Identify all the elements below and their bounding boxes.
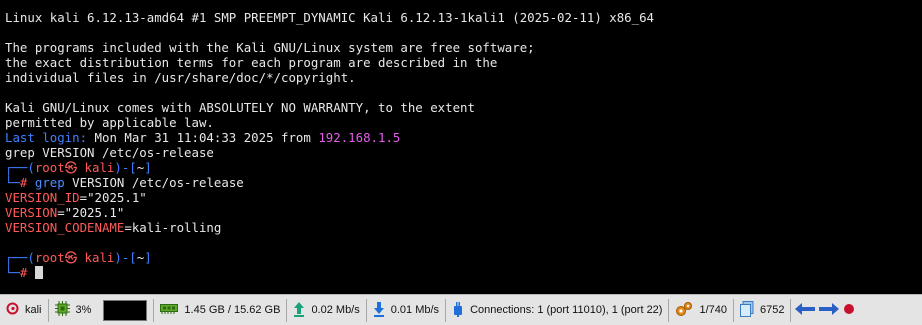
files-indicator[interactable]: 6752 bbox=[734, 298, 792, 322]
output-line: VERSION_ID="2025.1" bbox=[5, 190, 922, 205]
arrow-left-icon[interactable] bbox=[795, 302, 816, 318]
connections-indicator[interactable]: Connections: 1 (port 11010), 1 (port 22) bbox=[446, 298, 670, 322]
upload-speed: 0.02 Mb/s bbox=[311, 304, 360, 316]
uname-line: Linux kali 6.12.13-amd64 #1 SMP PREEMPT_… bbox=[5, 10, 655, 25]
arrow-right-icon[interactable] bbox=[819, 302, 840, 318]
motd-line: The programs included with the Kali GNU/… bbox=[5, 40, 535, 55]
status-dot-icon[interactable] bbox=[843, 303, 855, 318]
session-name: kali bbox=[25, 304, 42, 316]
motd-line: the exact distribution terms for each pr… bbox=[5, 55, 498, 70]
prompt-user: root bbox=[34, 160, 65, 175]
prompt-bottom-line: └─# grep VERSION /etc/os-release bbox=[5, 175, 922, 190]
output-line: VERSION="2025.1" bbox=[5, 205, 922, 220]
files-icon bbox=[740, 300, 754, 320]
motd-line: individual files in /usr/share/doc/*/cop… bbox=[5, 70, 356, 85]
prompt-frame: ] bbox=[144, 160, 152, 175]
prompt-frame: ] bbox=[144, 250, 152, 265]
last-login-label: Last login: bbox=[5, 130, 88, 145]
prompt-bottom-line: └─# bbox=[5, 265, 922, 280]
last-login-ip: 192.168.1.5 bbox=[318, 130, 401, 145]
output-line: VERSION_CODENAME=kali-rolling bbox=[5, 220, 922, 235]
session-indicator[interactable]: kali bbox=[0, 298, 49, 322]
download-indicator[interactable]: 0.01 Mb/s bbox=[367, 298, 447, 322]
download-arrow-icon bbox=[373, 301, 385, 320]
upload-indicator[interactable]: 0.02 Mb/s bbox=[287, 298, 367, 322]
prompt-frame: └─ bbox=[5, 265, 20, 280]
prompt-at-symbol: ㉿ bbox=[64, 160, 78, 175]
last-login-line: Last login: Mon Mar 31 11:04:33 2025 fro… bbox=[5, 130, 922, 145]
command-name: grep bbox=[34, 175, 65, 190]
download-speed: 0.01 Mb/s bbox=[390, 304, 440, 316]
prompt-top-line: ┌──(root㉿ kali)-[~] bbox=[5, 250, 922, 265]
prompt-host: kali bbox=[84, 160, 115, 175]
navigation-arrows bbox=[791, 302, 859, 318]
output-key: VERSION_CODENAME bbox=[5, 220, 125, 235]
prompt-frame: ┌──( bbox=[5, 160, 35, 175]
typed-command-line: grep VERSION /etc/os-release bbox=[5, 145, 214, 160]
last-login-time: Mon Mar 31 11:04:33 2025 from bbox=[87, 130, 319, 145]
output-value: ="2025.1" bbox=[57, 205, 125, 220]
prompt-frame: ┌──( bbox=[5, 250, 35, 265]
output-key: VERSION bbox=[5, 205, 58, 220]
processes-count: 1/740 bbox=[699, 304, 727, 316]
ram-module-icon bbox=[160, 303, 179, 317]
command-args: VERSION /etc/os-release bbox=[64, 175, 244, 190]
warranty-line: permitted by applicable law. bbox=[5, 115, 214, 130]
output-value: =kali-rolling bbox=[124, 220, 222, 235]
cpu-graph bbox=[103, 299, 148, 321]
output-key: VERSION_ID bbox=[5, 190, 80, 205]
prompt-frame: └─ bbox=[5, 175, 20, 190]
prompt-frame: )-[ bbox=[114, 250, 137, 265]
status-bar: kali 3% 1.45 GB / 15.62 GB 0.02 Mb/s 0.0… bbox=[0, 294, 922, 325]
upload-arrow-icon bbox=[293, 301, 305, 320]
files-count: 6752 bbox=[760, 304, 785, 316]
debian-swirl-icon bbox=[6, 302, 19, 318]
processes-indicator[interactable]: 1/740 bbox=[669, 298, 734, 322]
memory-usage: 1.45 GB / 15.62 GB bbox=[184, 304, 281, 316]
cpu-chip-icon bbox=[54, 301, 70, 319]
warranty-line: Kali GNU/Linux comes with ABSOLUTELY NO … bbox=[5, 100, 475, 115]
gears-icon bbox=[675, 301, 693, 320]
cpu-indicator[interactable]: 3% bbox=[49, 298, 155, 322]
memory-indicator[interactable]: 1.45 GB / 15.62 GB bbox=[154, 298, 288, 322]
connections-text: Connections: 1 (port 11010), 1 (port 22) bbox=[470, 304, 663, 316]
prompt-host: kali bbox=[84, 250, 115, 265]
output-value: ="2025.1" bbox=[79, 190, 147, 205]
prompt-frame: )-[ bbox=[114, 160, 137, 175]
cpu-usage: 3% bbox=[75, 304, 92, 316]
prompt-top-line: ┌──(root㉿ kali)-[~] bbox=[5, 160, 922, 175]
network-plug-icon bbox=[452, 301, 464, 320]
prompt-user: root bbox=[34, 250, 65, 265]
text-cursor[interactable] bbox=[34, 266, 43, 279]
terminal-window[interactable]: Linux kali 6.12.13-amd64 #1 SMP PREEMPT_… bbox=[0, 0, 922, 294]
prompt-at-symbol: ㉿ bbox=[64, 250, 78, 265]
